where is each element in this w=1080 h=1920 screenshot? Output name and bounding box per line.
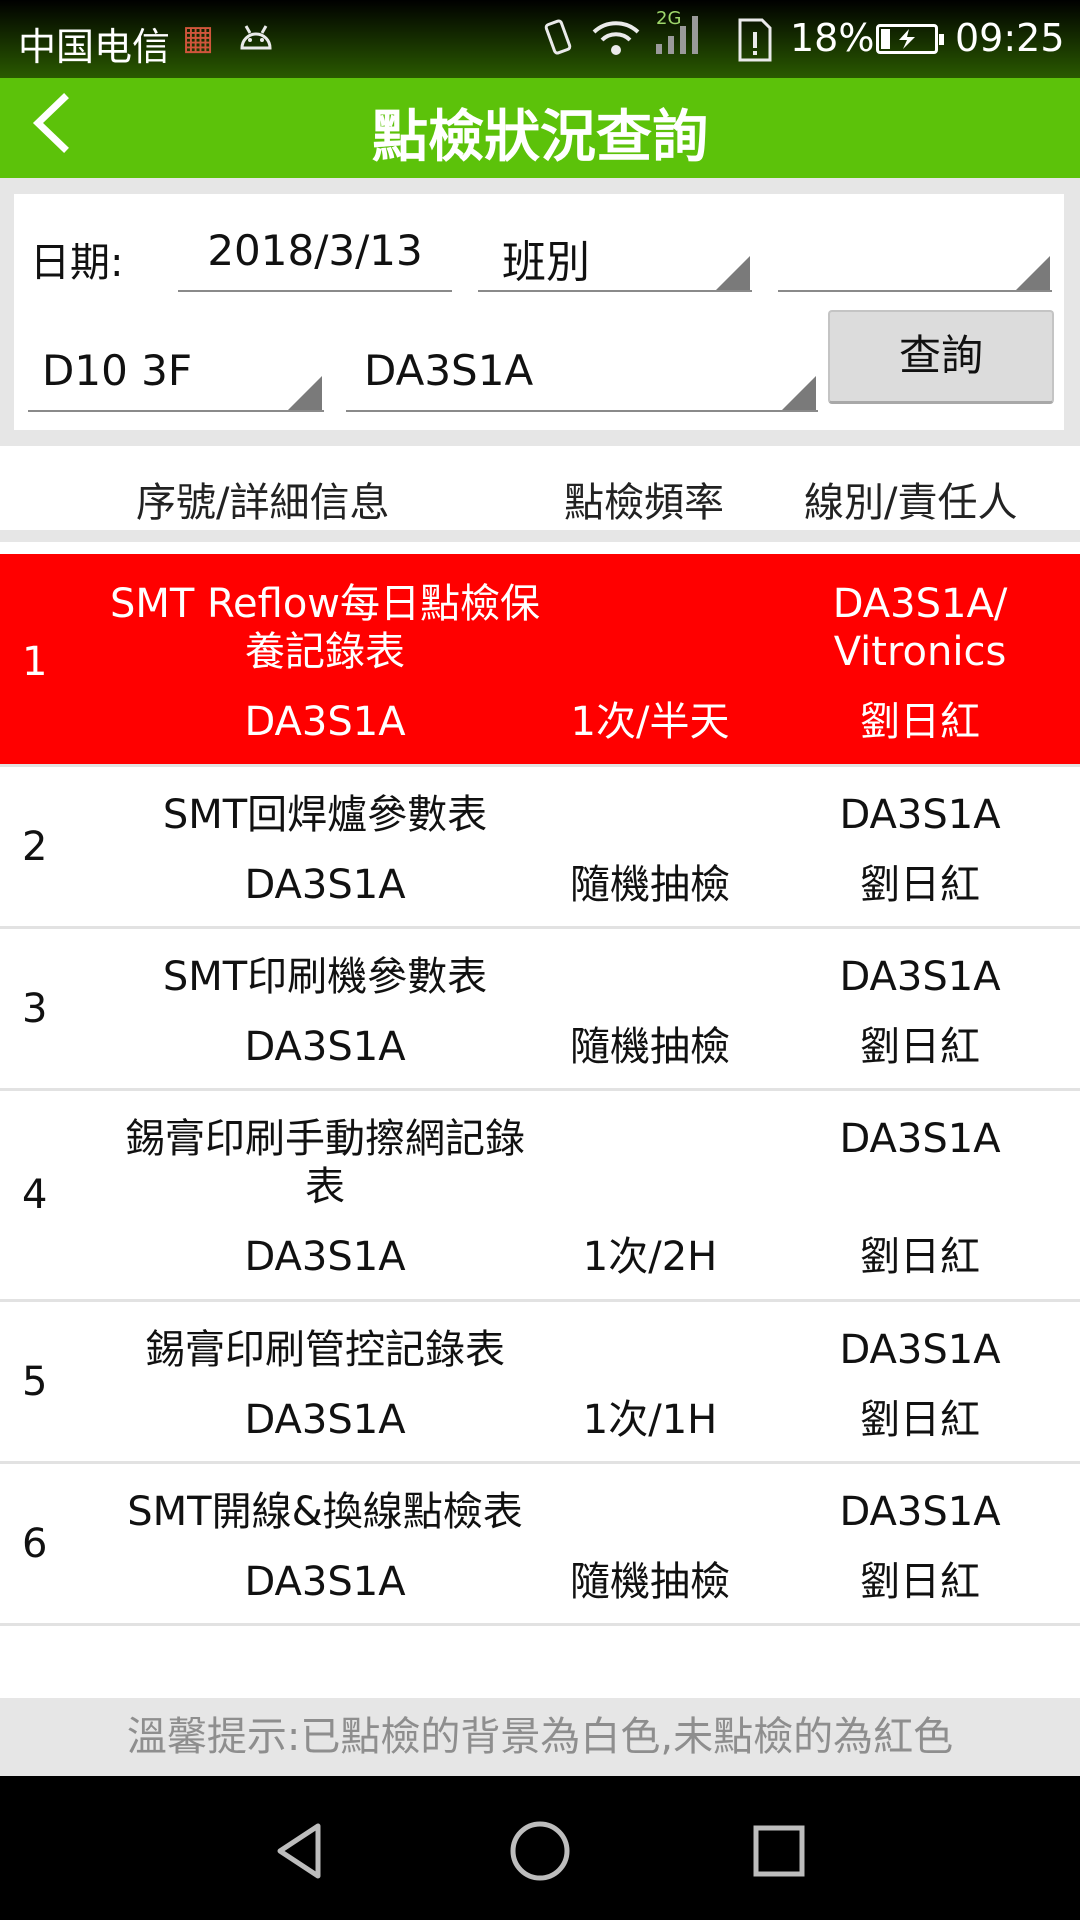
dropdown-triangle-icon [716, 256, 750, 290]
row-name: 錫膏印刷管控記錄表 [145, 1327, 505, 1373]
battery-percent: 18% [790, 16, 875, 60]
row-frequency: 1次/1H [582, 1397, 718, 1443]
date-label: 日期: [30, 240, 124, 286]
row-owner: 劉日紅 [860, 1559, 980, 1605]
row-owner: 劉日紅 [860, 1397, 980, 1443]
row-line: DA3S1A [839, 792, 1001, 838]
row-sub: DA3S1A [244, 1234, 406, 1280]
inspection-list: 1 SMT Reflow每日點檢保養記錄表 DA3S1A 1次/半天 DA3S1… [0, 554, 1080, 1626]
row-sub: DA3S1A [244, 1024, 406, 1070]
header-frequency: 點檢頻率 [564, 480, 724, 526]
row-line: DA3S1A [839, 1327, 1001, 1373]
row-frequency: 隨機抽檢 [570, 1559, 730, 1605]
row-name: SMT回焊爐參數表 [162, 792, 488, 838]
table-row[interactable]: 4 錫膏印刷手動擦網記錄表 DA3S1A 1次/2H DA3S1A 劉日紅 [0, 1091, 1080, 1302]
battery-charging-icon [876, 24, 944, 54]
row-name: SMT印刷機參數表 [162, 954, 488, 1000]
row-index: 4 [22, 1172, 48, 1218]
system-nav-bar [0, 1776, 1080, 1920]
header-line-owner: 線別/責任人 [804, 480, 1018, 526]
row-index: 1 [22, 639, 48, 685]
row-name: 錫膏印刷手動擦網記錄表 [125, 1116, 525, 1210]
line-select[interactable]: DA3S1A [346, 328, 818, 412]
back-triangle-icon[interactable] [266, 1816, 336, 1886]
extra-select[interactable] [778, 208, 1052, 292]
row-frequency: 隨機抽檢 [570, 862, 730, 908]
android-icon [236, 18, 276, 61]
row-owner: 劉日紅 [860, 699, 980, 745]
row-sub: DA3S1A [244, 1559, 406, 1605]
query-button[interactable]: 查詢 [828, 310, 1054, 404]
date-value: 2018/3/13 [207, 226, 423, 275]
row-frequency: 1次/半天 [570, 699, 730, 745]
row-sub: DA3S1A [244, 862, 406, 908]
row-owner: 劉日紅 [860, 862, 980, 908]
row-index: 6 [22, 1521, 48, 1567]
recents-square-icon[interactable] [744, 1816, 814, 1886]
row-line: DA3S1A [839, 954, 1001, 1000]
vibrate-icon [540, 18, 576, 67]
row-line: DA3S1A [839, 1489, 1001, 1535]
table-row[interactable]: 1 SMT Reflow每日點檢保養記錄表 DA3S1A 1次/半天 DA3S1… [0, 554, 1080, 767]
row-line: DA3S1A/ Vitronics [832, 581, 1008, 675]
shift-value: 班別 [502, 237, 590, 288]
date-field[interactable]: 2018/3/13 [178, 208, 452, 292]
table-header: 序號/詳細信息 點檢頻率 線別/責任人 [0, 446, 1080, 542]
dropdown-triangle-icon [288, 376, 322, 410]
tip-banner: 溫馨提示:已點檢的背景為白色,未點檢的為紅色 [0, 1698, 1080, 1776]
status-bar: 中国电信 ▦ 2G 18% 09:25 [0, 0, 1080, 78]
row-sub: DA3S1A [244, 699, 406, 745]
row-name: SMT開線&換線點檢表 [127, 1489, 523, 1535]
dropdown-triangle-icon [782, 376, 816, 410]
shift-select[interactable]: 班別 [478, 208, 752, 292]
floor-select[interactable]: D10 3F [28, 328, 324, 412]
row-index: 2 [22, 824, 48, 870]
row-frequency: 1次/2H [582, 1234, 718, 1280]
dropdown-triangle-icon [1016, 256, 1050, 290]
table-row[interactable]: 5 錫膏印刷管控記錄表 DA3S1A 1次/1H DA3S1A 劉日紅 [0, 1302, 1080, 1464]
notification-icon: ▦ [182, 18, 215, 58]
row-index: 3 [22, 986, 48, 1032]
page-title: 點檢狀況查詢 [372, 105, 708, 170]
header-index-detail: 序號/詳細信息 [136, 480, 390, 526]
app-header: 點檢狀況查詢 [0, 78, 1080, 178]
wifi-icon [590, 18, 642, 67]
row-frequency: 隨機抽檢 [570, 1024, 730, 1070]
carrier-label: 中国电信 [18, 25, 171, 69]
row-line: DA3S1A [839, 1116, 1001, 1162]
table-row[interactable]: 3 SMT印刷機參數表 DA3S1A 隨機抽檢 DA3S1A 劉日紅 [0, 929, 1080, 1091]
line-value: DA3S1A [364, 346, 534, 395]
row-index: 5 [22, 1359, 48, 1405]
row-name: SMT Reflow每日點檢保養記錄表 [109, 581, 541, 675]
floor-value: D10 3F [42, 346, 193, 395]
clock: 09:25 [955, 16, 1065, 60]
row-owner: 劉日紅 [860, 1234, 980, 1280]
row-owner: 劉日紅 [860, 1024, 980, 1070]
table-row[interactable]: 6 SMT開線&換線點檢表 DA3S1A 隨機抽檢 DA3S1A 劉日紅 [0, 1464, 1080, 1626]
home-circle-icon[interactable] [505, 1816, 575, 1886]
sim-alert-icon [734, 18, 774, 71]
row-sub: DA3S1A [244, 1397, 406, 1443]
table-row[interactable]: 2 SMT回焊爐參數表 DA3S1A 隨機抽檢 DA3S1A 劉日紅 [0, 767, 1080, 929]
